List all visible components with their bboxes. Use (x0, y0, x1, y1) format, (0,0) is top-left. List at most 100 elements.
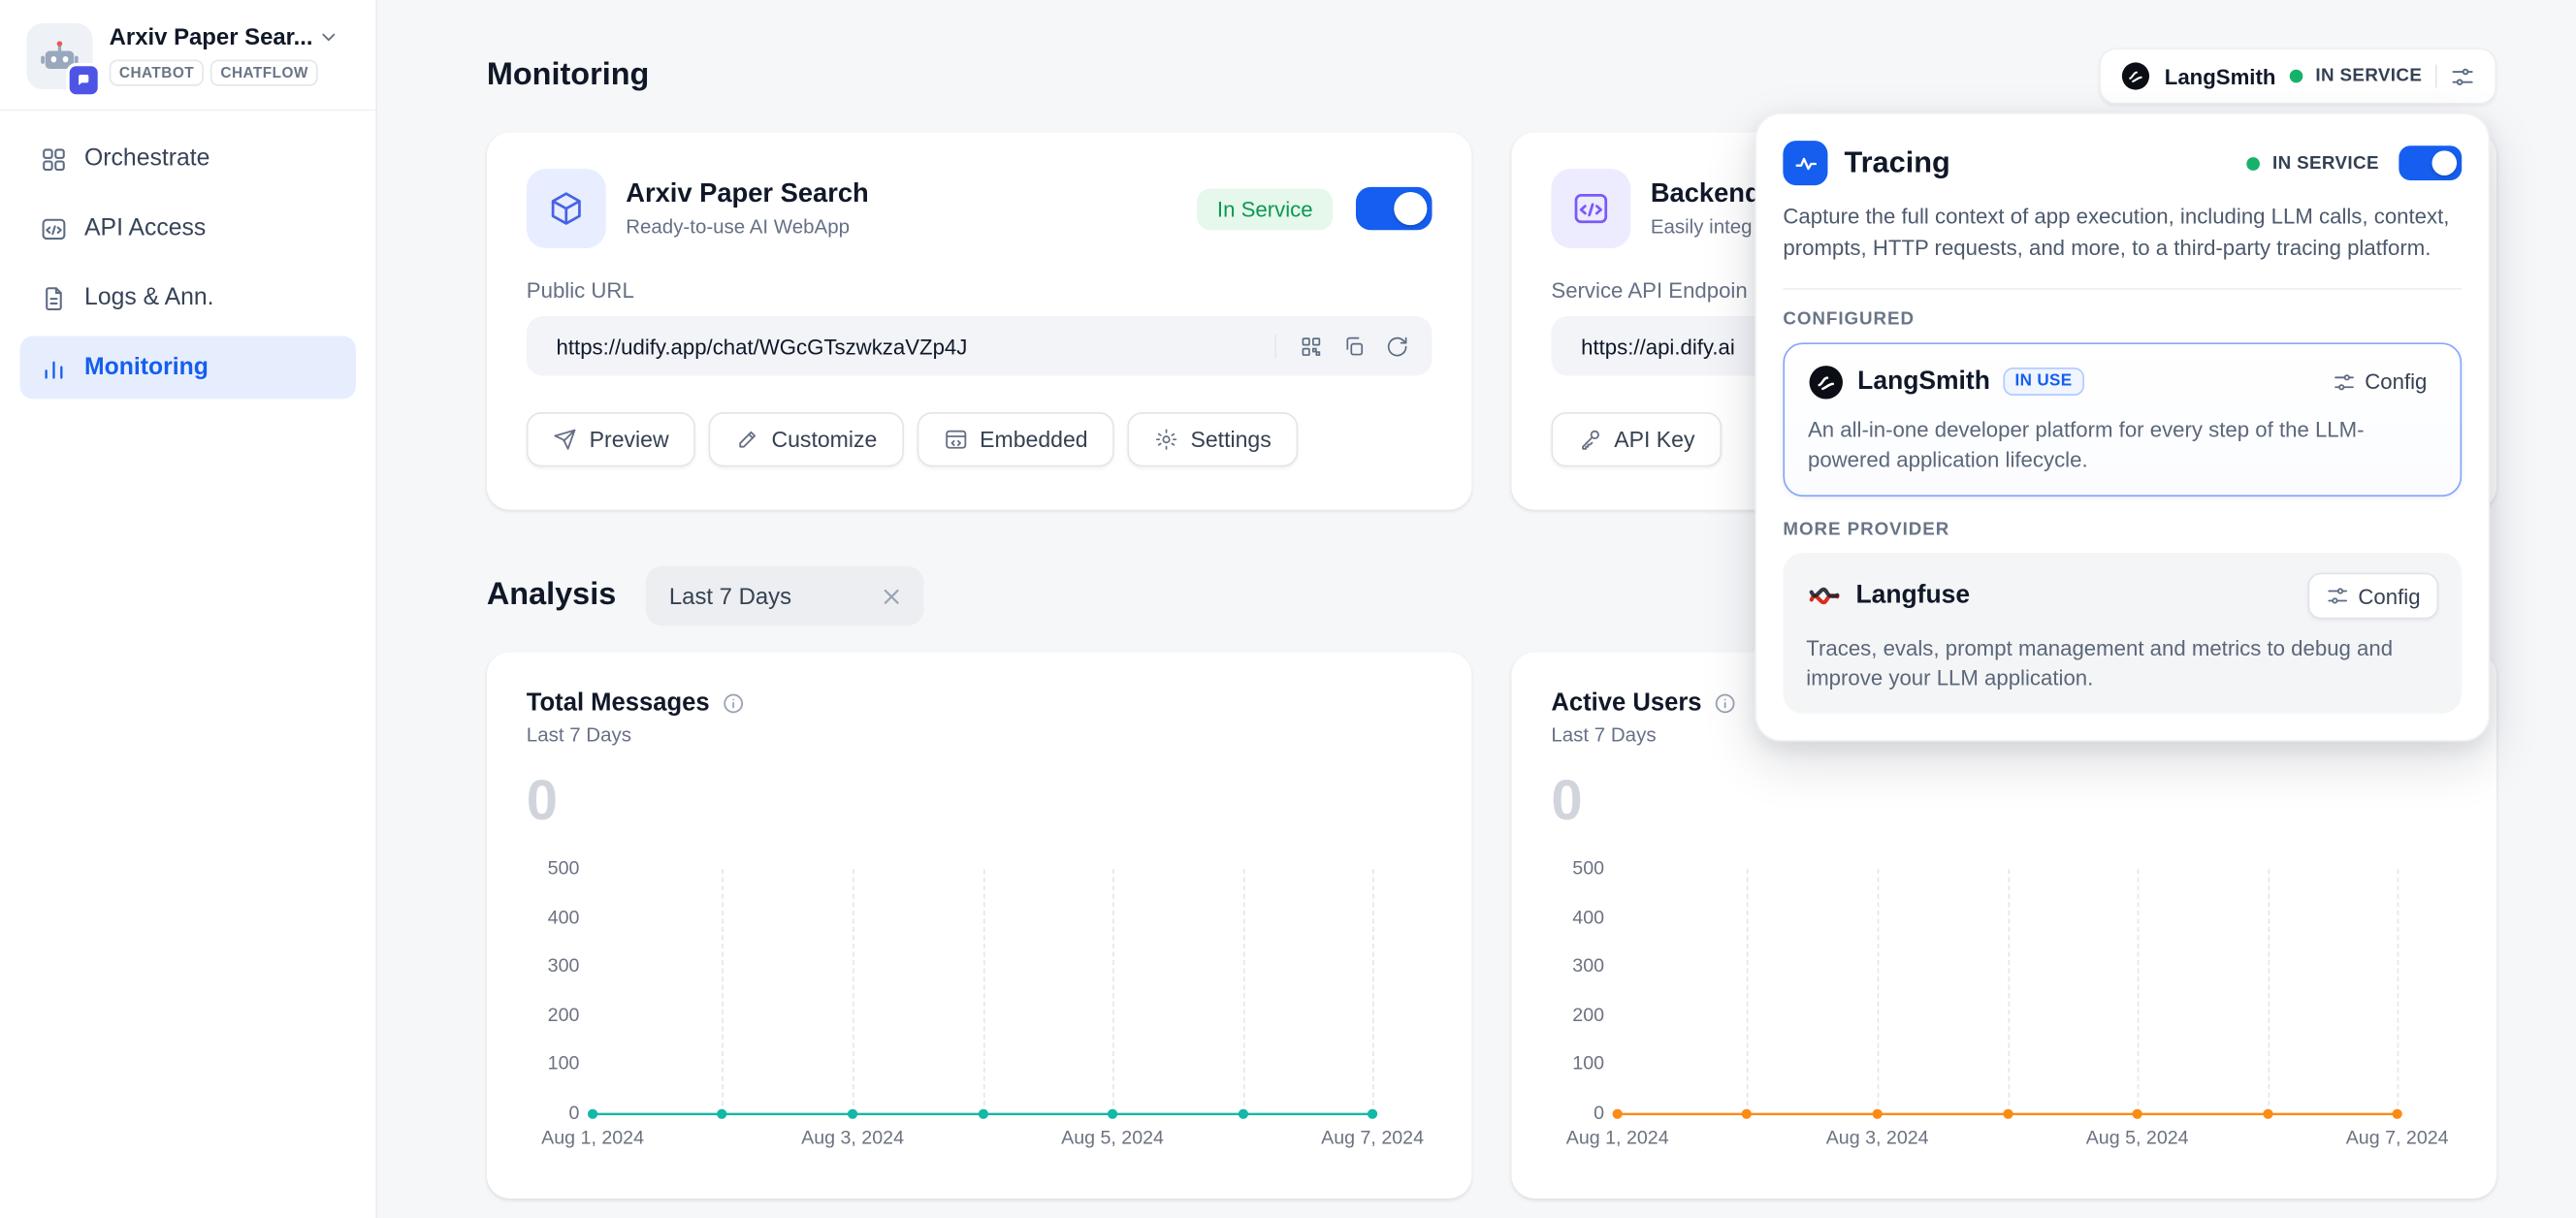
chart-plot-area (593, 869, 1372, 1114)
webapp-enable-toggle[interactable] (1356, 187, 1433, 230)
sidebar-item-label: API Access (84, 215, 206, 241)
info-icon[interactable] (722, 691, 745, 715)
app-window: Arxiv Paper Sear... CHATBOT CHATFLOW (0, 0, 2576, 1218)
customize-label: Customize (771, 427, 877, 452)
close-icon[interactable] (880, 584, 905, 609)
tracing-provider-name: LangSmith (2165, 64, 2276, 89)
config-label: Config (2365, 369, 2427, 395)
public-url-label: Public URL (527, 278, 1433, 304)
provider-description: Traces, evals, prompt management and met… (1806, 634, 2438, 694)
langsmith-logo (2121, 61, 2151, 91)
qr-code-button[interactable] (1290, 325, 1333, 368)
config-label: Config (2358, 584, 2420, 609)
sidebar-item-label: Monitoring (84, 354, 209, 380)
sidebar-item-api-access[interactable]: API Access (19, 197, 356, 260)
bar-chart-icon (40, 353, 68, 381)
provider-card-langfuse[interactable]: Langfuse Config Traces, evals, prompt ma… (1783, 553, 2462, 714)
in-service-badge: In Service (1197, 188, 1333, 230)
gear-icon (1154, 427, 1179, 452)
chart-subtitle: Last 7 Days (527, 723, 1433, 747)
badge-chatbot: CHATBOT (110, 59, 205, 85)
sidebar-nav: Orchestrate API Access L (0, 111, 375, 415)
embedded-button[interactable]: Embedded (917, 412, 1114, 466)
chart-title: Active Users (1551, 689, 1701, 717)
webapp-card-header: Arxiv Paper Search Ready-to-use AI WebAp… (527, 169, 1433, 248)
brush-icon (735, 427, 760, 452)
regenerate-url-button[interactable] (1375, 325, 1418, 368)
provider-row: Langfuse Config (1806, 573, 2438, 620)
tracing-icon (1783, 141, 1827, 185)
divider (2435, 65, 2437, 88)
chart-total-value: 0 (527, 773, 1433, 829)
sidebar-item-label: Orchestrate (84, 145, 209, 172)
configured-label: CONFIGURED (1783, 309, 2462, 329)
webapp-title: Arxiv Paper Search (626, 179, 868, 209)
provider-name: LangSmith (1857, 367, 1990, 397)
backend-subtitle: Easily integ (1651, 214, 1761, 238)
code-browser-icon (40, 214, 68, 242)
preview-label: Preview (590, 427, 669, 452)
divider (1274, 335, 1276, 358)
tracing-enable-toggle[interactable] (2399, 145, 2462, 180)
provider-row: LangSmith IN USE Config (1808, 364, 2437, 401)
chart-plot-area (1618, 869, 2398, 1114)
app-icon[interactable] (26, 23, 92, 89)
public-url-value[interactable]: https://udify.app/chat/WGcGTszwkzaVZp4J (557, 334, 1262, 359)
settings-label: Settings (1190, 427, 1271, 452)
provider-description: An all-in-one developer platform for eve… (1808, 415, 2437, 475)
preview-button[interactable]: Preview (527, 412, 695, 466)
launch-icon (553, 427, 578, 452)
sidebar-item-orchestrate[interactable]: Orchestrate (19, 127, 356, 190)
status-text: IN SERVICE (2272, 153, 2379, 173)
api-key-label: API Key (1614, 427, 1694, 452)
tracing-panel-header: Tracing IN SERVICE (1783, 141, 2462, 185)
customize-button[interactable]: Customize (709, 412, 904, 466)
sidebar-item-logs[interactable]: Logs & Ann. (19, 267, 356, 330)
app-header: Arxiv Paper Sear... CHATBOT CHATFLOW (0, 0, 375, 111)
chart-total-value: 0 (1551, 773, 2457, 829)
chart-y-axis: 5004003002001000 (527, 869, 580, 1114)
app-switcher[interactable]: Arxiv Paper Sear... (110, 23, 339, 49)
tracing-panel: Tracing IN SERVICE Capture the full cont… (1755, 112, 2490, 742)
app-type-badges: CHATBOT CHATFLOW (110, 59, 339, 85)
provider-card-langsmith[interactable]: LangSmith IN USE Config An all-in-one de… (1783, 342, 2462, 497)
webapp-card-titles: Arxiv Paper Search Ready-to-use AI WebAp… (626, 179, 868, 238)
chart-title: Total Messages (527, 689, 710, 717)
webapp-card: Arxiv Paper Search Ready-to-use AI WebAp… (487, 133, 1472, 510)
langfuse-logo (1806, 578, 1843, 615)
page-header: Monitoring LangSmith IN SERVICE (487, 47, 2496, 106)
chart-title-row: Total Messages (527, 689, 1433, 717)
copy-url-button[interactable] (1333, 325, 1375, 368)
divider (1783, 287, 2462, 289)
analysis-title: Analysis (487, 578, 616, 615)
status-text: IN SERVICE (2315, 66, 2422, 85)
app-head-text: Arxiv Paper Sear... CHATBOT CHATFLOW (110, 23, 339, 89)
webapp-card-controls: In Service (1197, 187, 1432, 230)
time-filter-chip[interactable]: Last 7 Days (646, 566, 924, 625)
copy-icon (1342, 334, 1366, 359)
line-chart: 5004003002001000 Aug 1, 2024Aug 3, 2024A… (1551, 869, 2457, 1155)
sliders-icon (2334, 370, 2357, 394)
chart-x-axis: Aug 1, 2024Aug 3, 2024Aug 5, 2024Aug 7, … (593, 1129, 1372, 1155)
settings-button[interactable]: Settings (1128, 412, 1298, 466)
backend-card-titles: Backend Easily integ (1651, 179, 1761, 238)
info-icon[interactable] (1713, 691, 1736, 715)
chevron-down-icon (318, 25, 339, 47)
more-provider-label: MORE PROVIDER (1783, 520, 2462, 539)
langsmith-config-button[interactable]: Config (2324, 368, 2437, 396)
sidebar-item-monitoring[interactable]: Monitoring (19, 337, 356, 400)
provider-name: Langfuse (1855, 581, 1970, 611)
tracing-status: IN SERVICE (2246, 145, 2463, 180)
status-dot (2289, 70, 2302, 83)
chat-bubble-icon (77, 73, 91, 87)
api-key-button[interactable]: API Key (1551, 412, 1721, 466)
in-use-badge: IN USE (2004, 368, 2084, 396)
sliders-icon (2450, 64, 2475, 89)
tracing-shortcut-button[interactable]: LangSmith IN SERVICE (2100, 48, 2496, 105)
tracing-title: Tracing (1845, 145, 1950, 180)
total-messages-card: Total Messages Last 7 Days 0 50040030020… (487, 653, 1472, 1199)
langfuse-config-button[interactable]: Config (2308, 573, 2438, 620)
file-text-icon (40, 284, 68, 312)
sidebar: Arxiv Paper Sear... CHATBOT CHATFLOW (0, 0, 377, 1218)
sliders-icon (2327, 585, 2350, 608)
